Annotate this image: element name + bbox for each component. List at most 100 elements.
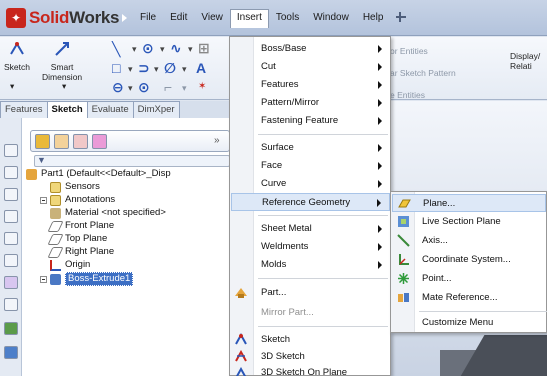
display-relations-button[interactable]: Display/ Relati <box>510 51 540 71</box>
menu-item-3d-sketch-on-plane[interactable]: 3D Sketch On Plane <box>231 365 390 376</box>
feature-manager-icon[interactable] <box>35 134 50 149</box>
menu-item-cut[interactable]: Cut <box>231 58 390 76</box>
rectangle-icon[interactable]: □ <box>112 61 120 75</box>
view-orientation-icon[interactable] <box>4 232 18 245</box>
fillet-dropdown-icon[interactable]: ▾ <box>182 81 187 95</box>
submenu-item-point[interactable]: Point... <box>392 270 546 288</box>
previous-view-icon[interactable] <box>4 188 18 201</box>
fillet-icon[interactable]: ⌐ <box>164 80 172 94</box>
sketch-dropdown-icon[interactable]: ▾ <box>10 81 14 91</box>
slot-icon[interactable]: ⊖ <box>112 80 124 94</box>
zoom-area-icon[interactable] <box>4 166 18 179</box>
apply-scene-icon[interactable] <box>4 298 18 311</box>
submenu-item-coordinate-system[interactable]: Coordinate System... <box>392 251 546 269</box>
line-dropdown-icon[interactable]: ▾ <box>132 42 137 56</box>
menu-item-features[interactable]: Features <box>231 76 390 94</box>
menu-item-curve[interactable]: Curve <box>231 175 390 193</box>
property-manager-icon[interactable] <box>54 134 69 149</box>
submenu-arrow-icon <box>378 261 382 269</box>
text-icon[interactable]: A <box>196 61 206 75</box>
spline-dropdown-icon[interactable]: ▾ <box>188 42 193 56</box>
tree-node-boss-extrude1[interactable]: Boss-Extrude1 <box>40 272 134 286</box>
sketch-button[interactable]: Sketch <box>4 40 30 72</box>
menu-item-3d-sketch[interactable]: 3D Sketch <box>231 348 390 366</box>
solidworks-logo[interactable]: ✦ SolidWorks <box>6 7 120 29</box>
conic-dropdown-icon[interactable]: ▾ <box>182 62 187 76</box>
tab-dimxpert[interactable]: DimXper <box>132 101 180 118</box>
spline-icon[interactable]: ∿ <box>170 41 182 55</box>
menu-insert[interactable]: Insert <box>229 9 269 28</box>
tree-filter-input[interactable]: ▼ <box>34 155 230 167</box>
menu-expand-arrow-icon[interactable] <box>121 13 129 23</box>
menu-item-sheet-metal[interactable]: Sheet Metal <box>231 220 390 238</box>
line-icon[interactable]: ╲ <box>112 42 120 56</box>
tree-node-front-plane[interactable]: Front Plane <box>47 220 114 232</box>
dimxpert-manager-icon[interactable] <box>92 134 107 149</box>
pin-menu-icon[interactable] <box>394 11 408 25</box>
expand-icon[interactable] <box>40 275 47 283</box>
menu-item-pattern-mirror[interactable]: Pattern/Mirror <box>231 94 390 112</box>
submenu-item-axis[interactable]: Axis... <box>392 232 546 250</box>
feature-manager-tree: » ▼ Part1 (Default<<Default>_Disp Sensor… <box>22 118 234 376</box>
menu-help[interactable]: Help <box>356 9 391 27</box>
arc-dropdown-icon[interactable]: ▾ <box>154 62 159 76</box>
tab-sketch[interactable]: Sketch <box>46 101 88 118</box>
slot-dropdown-icon[interactable]: ▾ <box>128 81 133 95</box>
circle-dropdown-icon[interactable]: ▾ <box>160 42 165 56</box>
tree-node-top-plane[interactable]: Top Plane <box>47 233 107 245</box>
tree-node-origin[interactable]: Origin <box>50 259 90 271</box>
circle-icon[interactable]: ⊙ <box>142 41 154 55</box>
tree-node-material[interactable]: Material <not specified> <box>50 207 166 219</box>
expand-panel-icon[interactable]: » <box>214 135 220 146</box>
view-settings-icon[interactable] <box>4 322 18 335</box>
submenu-item-mate-reference[interactable]: Mate Reference... <box>392 289 546 307</box>
tree-node-annotations[interactable]: Annotations <box>40 194 115 206</box>
app-name-part1: Solid <box>29 8 70 27</box>
menu-tools[interactable]: Tools <box>269 9 306 27</box>
arc-icon[interactable]: ⊃ <box>138 61 150 75</box>
plane-sketch-icon[interactable]: ⊞ <box>198 41 210 55</box>
menu-file[interactable]: File <box>133 9 163 27</box>
menu-view[interactable]: View <box>194 9 230 27</box>
conic-icon[interactable]: ∅ <box>164 61 176 75</box>
menu-item-face[interactable]: Face <box>231 157 390 175</box>
menu-item-molds[interactable]: Molds <box>231 256 390 274</box>
tree-node-sensors[interactable]: Sensors <box>50 181 100 193</box>
submenu-arrow-icon <box>378 45 382 53</box>
rotate-view-icon[interactable] <box>4 346 18 359</box>
menu-item-surface[interactable]: Surface <box>231 139 390 157</box>
smart-dimension-button[interactable]: Smart Dimension <box>42 40 82 82</box>
menu-item-sketch[interactable]: Sketch <box>231 331 390 349</box>
linear-sketch-pattern-label[interactable]: ar Sketch Pattern <box>390 62 456 84</box>
tree-node-right-plane[interactable]: Right Plane <box>47 246 114 258</box>
centerline-icon[interactable]: ✶ <box>198 80 206 94</box>
menu-edit[interactable]: Edit <box>163 9 194 27</box>
edit-appearance-icon[interactable] <box>4 276 18 289</box>
sketch-icon <box>10 42 24 55</box>
submenu-item-live-section-plane[interactable]: Live Section Plane <box>392 213 546 231</box>
menu-item-part[interactable]: Part... <box>231 284 390 302</box>
point-icon <box>398 273 409 284</box>
tab-evaluate[interactable]: Evaluate <box>86 101 134 118</box>
tree-part-node[interactable]: Part1 (Default<<Default>_Disp <box>26 168 171 180</box>
zoom-fit-icon[interactable] <box>4 144 18 157</box>
menu-item-weldments[interactable]: Weldments <box>231 238 390 256</box>
dimension-dropdown-icon[interactable]: ▾ <box>62 81 66 91</box>
convert-entities-label[interactable]: or Entities <box>390 40 456 62</box>
annotations-icon <box>50 194 61 206</box>
menu-item-fastening-feature[interactable]: Fastening Feature <box>231 112 390 130</box>
configuration-manager-icon[interactable] <box>73 134 88 149</box>
plane-icon <box>398 199 411 208</box>
tab-features[interactable]: Features <box>0 101 48 118</box>
menu-window[interactable]: Window <box>306 9 356 27</box>
submenu-arrow-icon <box>378 63 382 71</box>
rectangle-dropdown-icon[interactable]: ▾ <box>128 62 133 76</box>
expand-icon[interactable] <box>40 196 47 204</box>
section-view-icon[interactable] <box>4 210 18 223</box>
menu-item-boss-base[interactable]: Boss/Base <box>231 40 390 58</box>
menu-item-reference-geometry[interactable]: Reference Geometry <box>231 193 390 211</box>
submenu-item-plane[interactable]: Plane... <box>392 194 546 212</box>
submenu-item-customize-menu[interactable]: Customize Menu <box>392 314 546 332</box>
point-icon[interactable]: ⊙ <box>138 80 150 94</box>
display-style-icon[interactable] <box>4 254 18 267</box>
